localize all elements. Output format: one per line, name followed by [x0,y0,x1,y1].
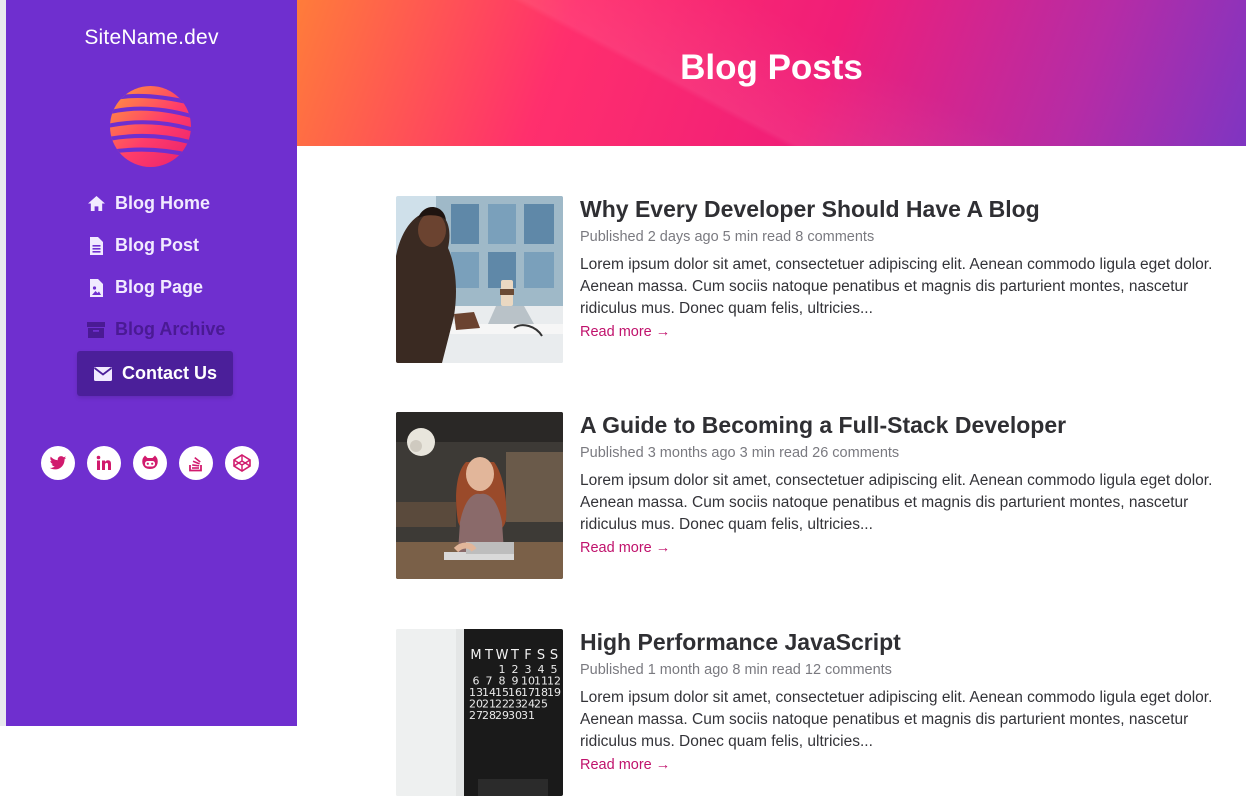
post-thumbnail[interactable] [396,412,563,579]
calendar-day-label: S [550,648,558,663]
sidebar-item-blog-archive[interactable]: Blog Archive [86,319,225,340]
read-more-link[interactable]: Read more → [580,540,670,556]
post-body: High Performance JavaScript Published 1 … [580,629,1220,774]
calendar-day-label: W [496,648,509,663]
calendar-day-label: S [537,648,545,663]
post-card: Why Every Developer Should Have A Blog P… [396,196,1226,366]
sidebar-item-blog-post[interactable]: Blog Post [86,235,199,256]
page-header: Blog Posts [297,0,1246,146]
post-meta: Published 3 months ago 3 min read 26 com… [580,445,900,461]
linkedin-icon[interactable] [87,446,121,480]
file-icon [86,236,106,256]
page-title: Blog Posts [680,48,863,87]
read-more-link[interactable]: Read more → [580,324,670,340]
twitter-icon[interactable] [41,446,75,480]
github-icon[interactable] [133,446,167,480]
calendar-date: 31 [521,709,535,722]
post-meta: Published 2 days ago 5 min read 8 commen… [580,229,875,245]
calendar-image: M T W T F S S1 2 3 4 56 7 8 9 10 11 1213 14 15 16 17 18 1920 21… [396,629,563,796]
post-body: A Guide to Becoming a Full-Stack Develop… [580,412,1220,557]
envelope-icon [93,364,113,384]
calendar-day-label: T [510,648,519,663]
post-title[interactable]: High Performance JavaScript [580,629,1220,655]
sidebar-item-blog-home[interactable]: Blog Home [86,193,210,214]
calendar-date: 30 [508,709,522,722]
post-card: A Guide to Becoming a Full-Stack Develop… [396,412,1226,582]
calendar-date: 25 [534,698,548,711]
sidebar: SiteName.dev Blog Home Blog Post Blog Pa… [6,0,297,726]
calendar-date: 28 [482,709,496,722]
sidebar-item-label: Blog Archive [115,319,226,339]
post-excerpt: Lorem ipsum dolor sit amet, consectetuer… [580,472,1213,533]
post-card: M T W T F S S 1 2 3 4 5 6 7 8 9 10 11 12 13 14 15 16 17 18 19 20 21… [396,629,1226,799]
calendar-day-label: M [470,648,481,663]
sidebar-item-label: Blog Post [115,235,199,255]
post-thumbnail[interactable]: M T W T F S S 1 2 3 4 5 6 7 8 9 10 11 12 13 14 15 16 17 18 19 20 21… [396,629,563,796]
calendar-day-label: F [524,648,531,663]
codepen-icon[interactable] [225,446,259,480]
sidebar-item-blog-page[interactable]: Blog Page [86,277,203,298]
post-thumbnail[interactable] [396,196,563,363]
site-name[interactable]: SiteName.dev [6,26,297,50]
post-meta: Published 1 month ago 8 min read 12 comm… [580,662,892,678]
post-title[interactable]: A Guide to Becoming a Full-Stack Develop… [580,412,1220,438]
post-body: Why Every Developer Should Have A Blog P… [580,196,1220,341]
calendar-date: 27 [469,709,483,722]
stackoverflow-icon[interactable] [179,446,213,480]
sidebar-item-contact-us[interactable]: Contact Us [77,351,234,396]
post-excerpt: Lorem ipsum dolor sit amet, consectetuer… [580,256,1213,317]
read-more-link[interactable]: Read more → [580,757,670,773]
home-icon [86,194,106,214]
social-links [41,446,259,480]
sidebar-item-label: Blog Home [115,193,211,213]
file-image-icon [86,278,106,298]
calendar-date: 29 [495,709,509,722]
post-excerpt: Lorem ipsum dolor sit amet, consectetuer… [580,689,1213,750]
archive-icon [86,320,106,340]
sidebar-item-label: Blog Page [115,277,204,297]
sidebar-item-label: Contact Us [122,363,218,383]
calendar-day-label: T [484,648,493,663]
site-logo[interactable] [110,86,191,167]
calendar-date: 19 [547,686,561,699]
post-title[interactable]: Why Every Developer Should Have A Blog [580,196,1220,222]
